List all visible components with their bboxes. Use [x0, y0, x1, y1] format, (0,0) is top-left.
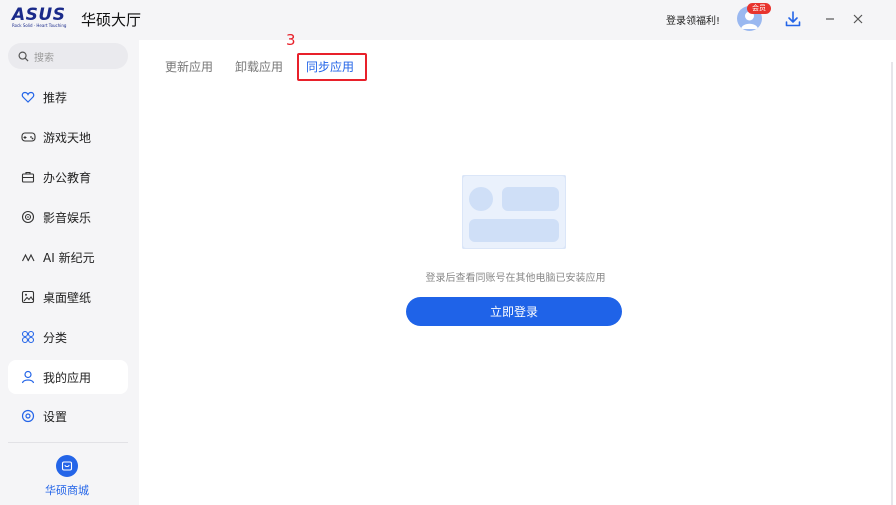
user-icon [20, 369, 36, 385]
app-title: 华硕大厅 [81, 11, 142, 29]
mall-label: 华硕商城 [45, 484, 89, 497]
sidebar-item-label: AI 新纪元 [43, 250, 95, 265]
gamepad-icon [20, 129, 36, 145]
category-icon [20, 329, 36, 345]
download-button[interactable] [781, 8, 805, 30]
asus-logo: ASUS Rock Solid · Heart Touching [12, 5, 74, 30]
sidebar-item-settings[interactable]: 设置 [8, 399, 128, 433]
sidebar-item-category[interactable]: 分类 [8, 320, 128, 354]
search-placeholder: 搜索 [34, 52, 54, 64]
window-edge [891, 62, 893, 505]
title-bar: ASUS Rock Solid · Heart Touching 华硕大厅 登录… [0, 0, 896, 40]
sidebar-item-my-apps[interactable]: 我的应用 [8, 360, 128, 394]
sidebar-item-label: 我的应用 [43, 370, 92, 385]
sidebar-divider [8, 442, 128, 443]
sidebar-item-label: 办公教育 [43, 170, 92, 185]
sidebar-item-label: 桌面壁纸 [43, 290, 92, 305]
logo-wordmark: ASUS [12, 5, 66, 25]
sidebar-item-office[interactable]: 办公教育 [8, 160, 128, 194]
main-content: 更新应用 卸载应用 同步应用 3 登录后查看同账号在其他电脑已安装应用 立即登录 [139, 31, 892, 505]
logo-tagline: Rock Solid · Heart Touching [12, 23, 67, 28]
sidebar-item-games[interactable]: 游戏天地 [8, 120, 128, 154]
sidebar-item-media[interactable]: 影音娱乐 [8, 200, 128, 234]
sidebar-item-recommend[interactable]: 推荐 [8, 80, 128, 114]
image-icon [20, 289, 36, 305]
briefcase-icon [20, 169, 36, 185]
heart-icon [20, 89, 36, 105]
sidebar: 搜索 推荐 游戏天地 办公教育 影音娱乐 AI 新纪元 桌面壁纸 分类 我的应用… [0, 40, 139, 505]
login-button[interactable]: 立即登录 [406, 297, 622, 326]
empty-state-illustration [461, 174, 567, 250]
store-icon [56, 455, 78, 477]
ai-icon [20, 249, 36, 265]
vip-badge: 会员 [747, 3, 771, 14]
login-promo-link[interactable]: 登录领福利! [666, 12, 720, 27]
tab-uninstall-apps[interactable]: 卸载应用 [235, 58, 283, 75]
sidebar-item-label: 推荐 [43, 90, 68, 105]
search-icon [18, 51, 29, 62]
search-input[interactable]: 搜索 [8, 43, 128, 69]
empty-state-message: 登录后查看同账号在其他电脑已安装应用 [425, 273, 606, 284]
sidebar-item-ai[interactable]: AI 新纪元 [8, 240, 128, 274]
close-icon [853, 14, 863, 24]
minimize-button[interactable] [818, 8, 842, 30]
sidebar-item-label: 分类 [43, 330, 68, 345]
minimize-icon [826, 18, 834, 20]
tab-update-apps[interactable]: 更新应用 [165, 58, 213, 75]
annotation-number: 3 [286, 31, 296, 49]
sidebar-item-label: 设置 [43, 409, 68, 424]
sidebar-item-label: 影音娱乐 [43, 210, 92, 225]
close-button[interactable] [846, 8, 870, 30]
asus-mall-button[interactable]: 华硕商城 [0, 452, 139, 502]
sidebar-item-label: 游戏天地 [43, 130, 92, 145]
download-icon [785, 11, 801, 27]
sidebar-item-wallpaper[interactable]: 桌面壁纸 [8, 280, 128, 314]
settings-icon [20, 408, 36, 424]
media-icon [20, 209, 36, 225]
tab-sync-apps[interactable]: 同步应用 [306, 58, 354, 75]
